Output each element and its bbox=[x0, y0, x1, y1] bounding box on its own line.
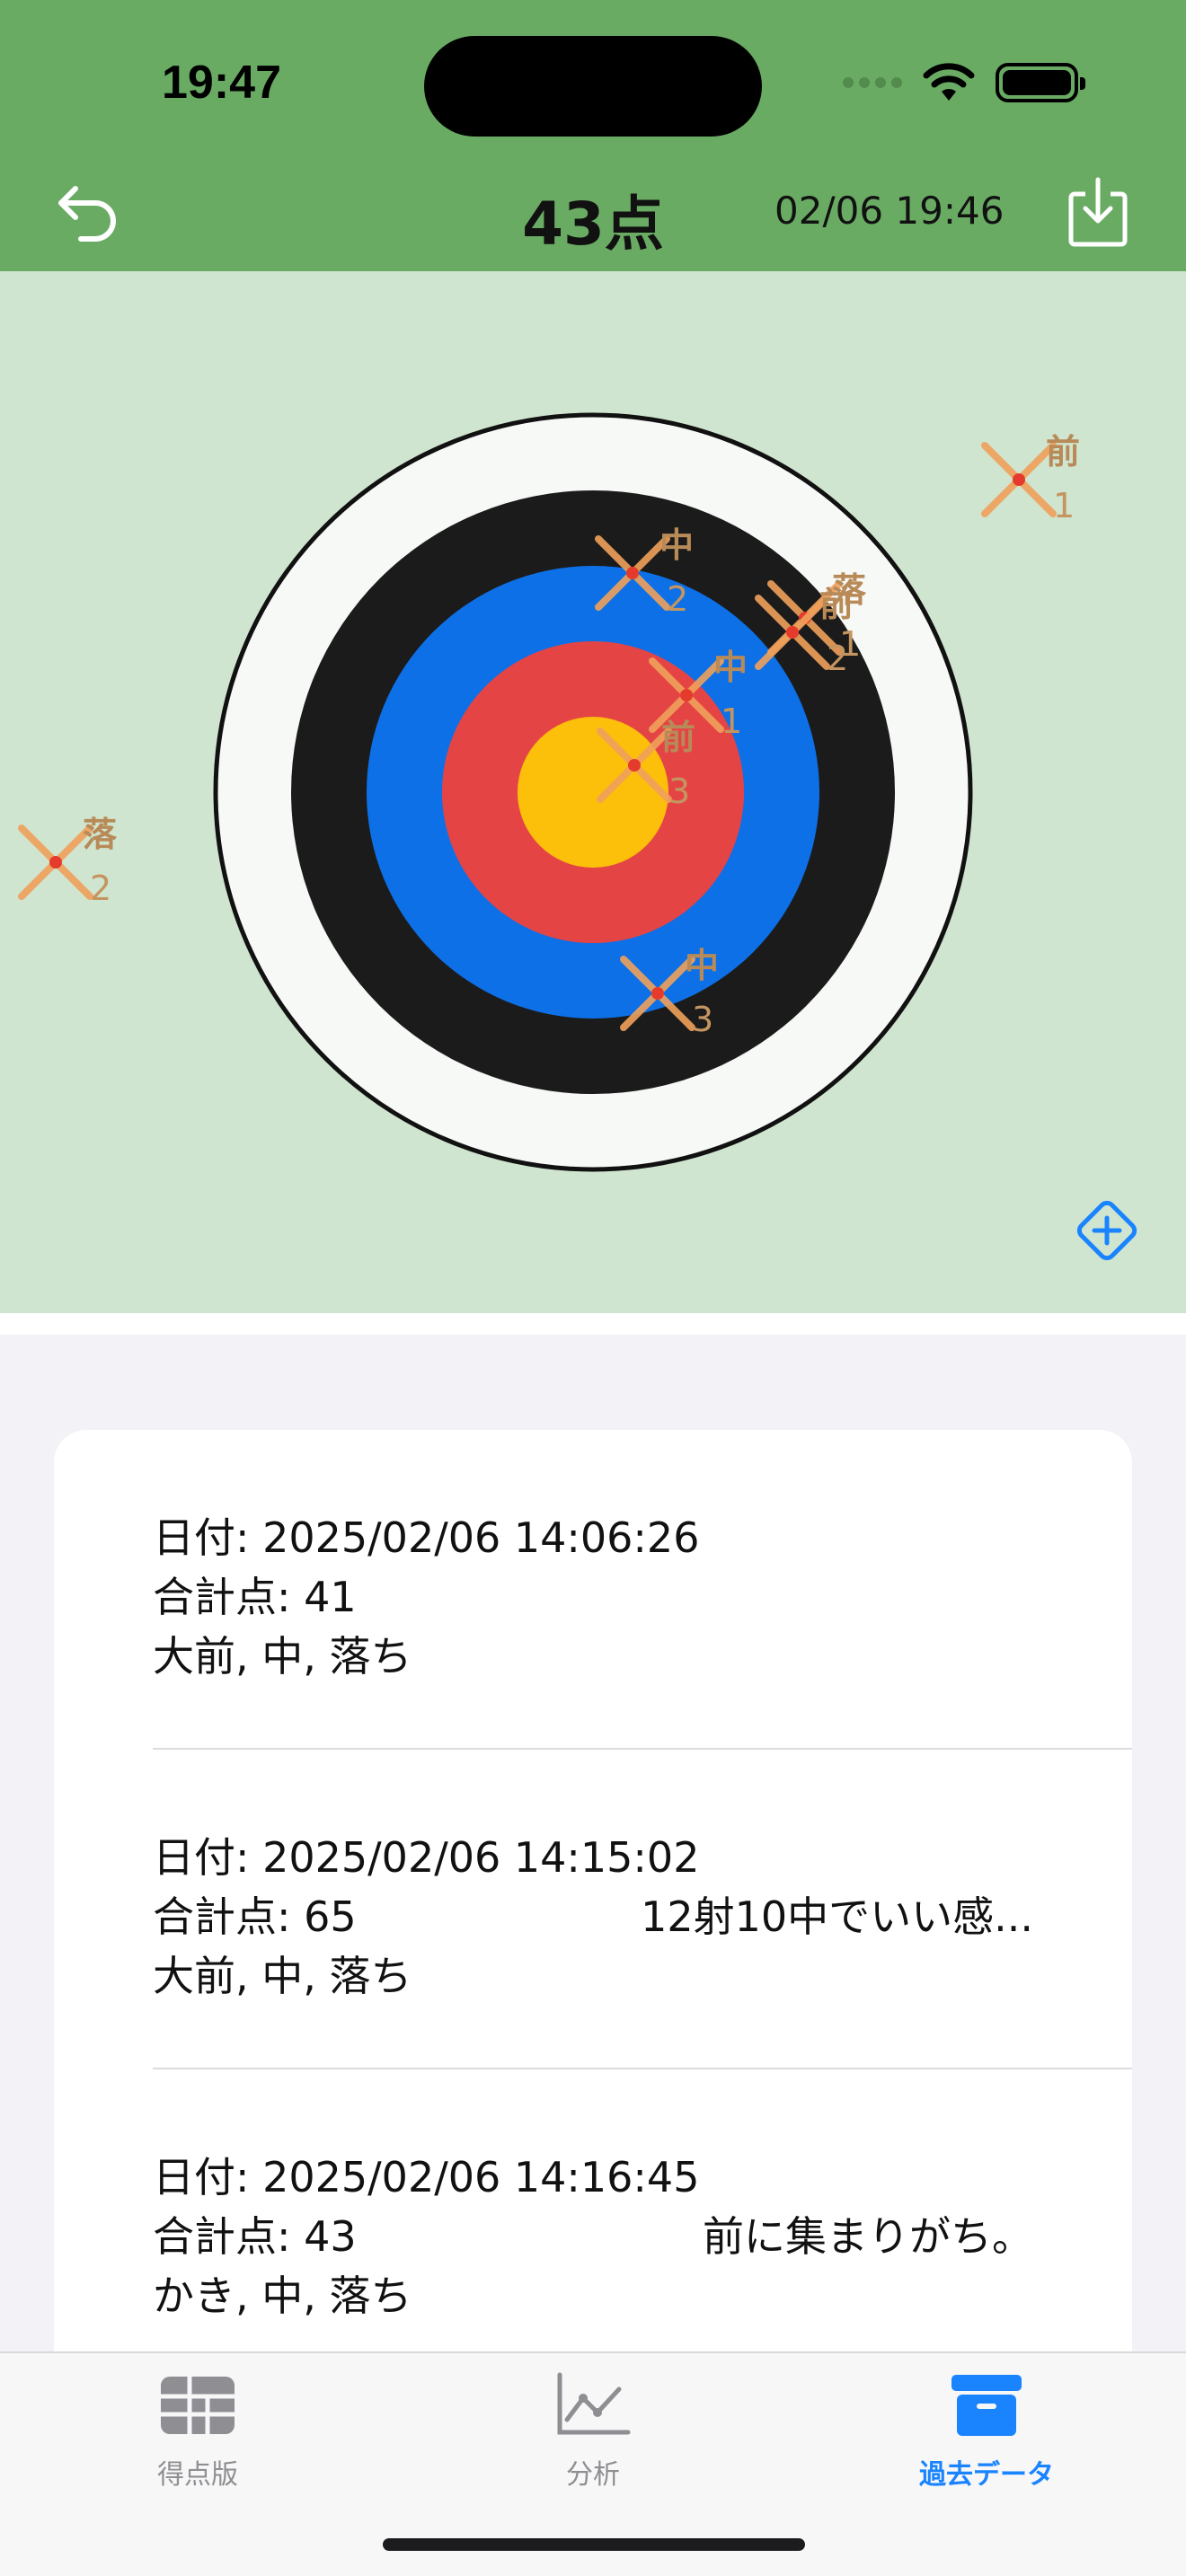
home-indicator bbox=[383, 2538, 805, 2551]
dynamic-island bbox=[424, 36, 762, 137]
tab-analysis[interactable]: 分析 bbox=[476, 2371, 710, 2492]
shot-label: 中 bbox=[685, 946, 719, 985]
record-memo: 12射10中でいい感... bbox=[641, 1892, 1033, 1941]
record-date: 日付: 2025/02/06 14:16:45 bbox=[153, 2153, 700, 2201]
impact-dot bbox=[49, 856, 62, 869]
tab-label: 得点版 bbox=[157, 2459, 238, 2491]
session-datetime: 02/06 19:46 bbox=[774, 189, 1005, 233]
shot-label: 前 bbox=[819, 585, 854, 624]
shot-number: 2 bbox=[667, 579, 688, 619]
shot-number: 1 bbox=[721, 701, 742, 741]
panel-divider bbox=[0, 1313, 1186, 1335]
record-result: かき, 中, 落ち bbox=[153, 2272, 412, 2320]
tab-label: 過去データ bbox=[919, 2459, 1054, 2491]
impact-dot bbox=[680, 689, 693, 701]
record-total: 合計点: 43 bbox=[153, 2212, 357, 2261]
download-icon[interactable] bbox=[1066, 176, 1130, 248]
list-item[interactable]: 日付: 2025/02/06 14:16:45 合計点: 43 前に集まりがち。… bbox=[153, 2069, 1132, 2389]
battery-icon bbox=[996, 63, 1085, 102]
status-time: 19:47 bbox=[162, 57, 281, 109]
list-item[interactable]: 日付: 2025/02/06 14:15:02 合計点: 65 12射10中でい… bbox=[153, 1750, 1132, 2069]
target-ring bbox=[518, 717, 668, 868]
grid-icon bbox=[161, 2377, 235, 2434]
impact-dot bbox=[628, 759, 641, 772]
score-value: 43点 bbox=[522, 190, 664, 259]
record-result: 大前, 中, 落ち bbox=[153, 1952, 412, 2000]
shot-number: 2 bbox=[90, 869, 111, 908]
shot-label: 中 bbox=[659, 525, 694, 565]
header-bar: 19:47 43点 02/06 19:46 bbox=[0, 0, 1186, 271]
shot-number: 2 bbox=[827, 639, 848, 678]
record-date: 日付: 2025/02/06 14:15:02 bbox=[153, 1833, 700, 1882]
cellular-icon bbox=[843, 77, 902, 88]
list-item[interactable]: 日付: 2025/02/06 14:06:26 合計点: 41 大前, 中, 落… bbox=[153, 1430, 1132, 1750]
record-total: 合計点: 65 bbox=[153, 1892, 357, 1941]
target-panel[interactable]: 前1中2落1前2中1前3落2中3 bbox=[0, 271, 1186, 1313]
score-title: 43点 bbox=[0, 176, 1186, 262]
tab-label: 分析 bbox=[566, 2459, 620, 2491]
history-list: 日付: 2025/02/06 14:06:26 合計点: 41 大前, 中, 落… bbox=[54, 1430, 1132, 2418]
tab-past-data[interactable]: 過去データ bbox=[870, 2371, 1103, 2492]
wifi-icon bbox=[923, 63, 975, 101]
shot-number: 3 bbox=[668, 772, 690, 811]
archive-box-icon bbox=[951, 2375, 1022, 2436]
add-shot-icon[interactable] bbox=[1071, 1195, 1143, 1266]
target-face[interactable]: 前1中2 落1前2中1前3落2中3 bbox=[0, 271, 1186, 1313]
record-result: 大前, 中, 落ち bbox=[153, 1632, 412, 1681]
shot-number: 1 bbox=[1053, 486, 1075, 525]
shot-label: 前 bbox=[661, 718, 695, 757]
impact-dot bbox=[651, 987, 664, 1000]
record-total: 合計点: 41 bbox=[153, 1573, 357, 1621]
impact-dot bbox=[1013, 473, 1025, 486]
shot-label: 中 bbox=[713, 648, 748, 687]
record-date: 日付: 2025/02/06 14:06:26 bbox=[153, 1513, 700, 1562]
shot-marker[interactable]: 落2 bbox=[18, 815, 118, 908]
status-icons bbox=[843, 63, 1085, 102]
chart-icon bbox=[557, 2372, 631, 2435]
shot-marker[interactable]: 前1 bbox=[981, 432, 1080, 525]
record-memo: 前に集まりがち。 bbox=[703, 2212, 1033, 2261]
impact-dot bbox=[786, 626, 799, 639]
tab-scoreboard[interactable]: 得点版 bbox=[81, 2371, 314, 2492]
shot-number: 3 bbox=[692, 1000, 713, 1039]
shot-label: 落 bbox=[83, 815, 118, 854]
impact-dot bbox=[626, 567, 639, 579]
shot-label: 前 bbox=[1046, 432, 1080, 472]
